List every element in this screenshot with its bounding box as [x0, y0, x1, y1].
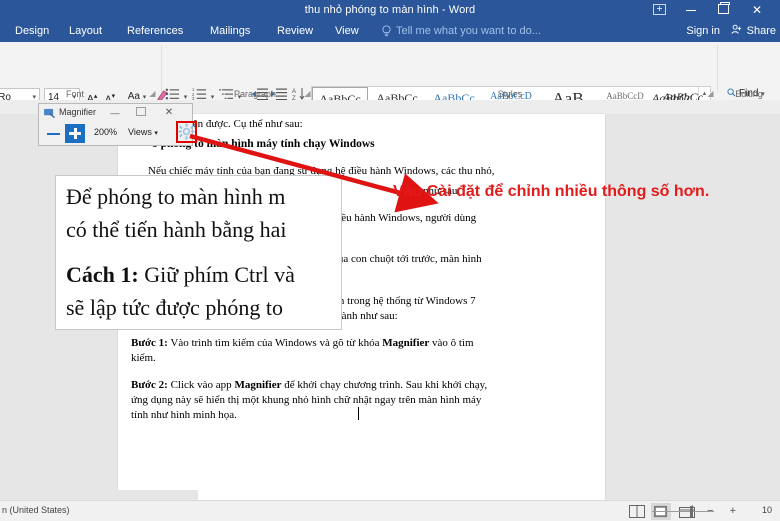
magnifier-close-button[interactable]: ✕	[158, 104, 180, 122]
zoom-slider-thumb[interactable]	[690, 506, 693, 517]
magnifier-title: Magnifier	[59, 107, 97, 117]
step2-text: Click vào app Magnifier để khởi chạy chư…	[170, 379, 488, 391]
lens-line-text: Giữ phím Ctrl và	[144, 262, 295, 287]
numbering-icon[interactable]: 1 2 3	[192, 87, 207, 101]
settings-highlight-box	[176, 121, 197, 143]
restore-button[interactable]	[710, 0, 736, 20]
restore-icon	[717, 2, 730, 15]
magnifier-app-icon	[44, 108, 55, 118]
magnifier-toolbar: 200% Views ▾	[39, 122, 192, 146]
share-button[interactable]: Share	[731, 20, 780, 42]
read-mode-icon[interactable]	[629, 505, 645, 518]
doc-step-1: Bước 1: Vào trình tìm kiếm của Windows v…	[131, 336, 474, 351]
views-label: Views	[128, 127, 152, 137]
ribbon-display-options-icon	[652, 3, 666, 15]
step1-label: Bước 1:	[131, 337, 168, 349]
tab-layout[interactable]: Layout	[62, 20, 109, 42]
maximize-icon	[136, 107, 146, 116]
group-divider-2	[717, 45, 718, 93]
share-label: Share	[746, 25, 776, 37]
magnifier-minimize-button[interactable]: —	[104, 104, 126, 122]
magnifier-zoom-in-button[interactable]	[65, 124, 85, 143]
lens-bold-prefix: Cách 1:	[66, 262, 139, 287]
editing-group-label: Editing	[735, 89, 763, 99]
lens-line: có thể tiến hành bằng hai	[66, 217, 287, 242]
magnifier-window[interactable]: Magnifier — ✕ 200% Views ▾	[38, 103, 193, 146]
zoom-slider-track[interactable]	[652, 511, 714, 512]
left-crop-filler	[0, 490, 198, 500]
lens-line-3: Cách 1: Giữ phím Ctrl và	[66, 260, 295, 290]
annotation-text: Vào Cài đặt để chỉnh nhiều thông số hơn.	[393, 183, 710, 200]
group-divider-1	[161, 45, 162, 93]
doc-line: kiếm.	[131, 352, 156, 364]
lightbulb-icon	[382, 25, 391, 37]
magnifier-zoom-level: 200%	[94, 127, 118, 137]
magnifier-maximize-button[interactable]	[130, 104, 152, 122]
minimize-button[interactable]	[678, 0, 704, 20]
sign-in-link[interactable]: Sign in	[686, 20, 720, 42]
doc-line: tính như hình minh họa.	[131, 409, 237, 421]
magnifier-lens-pane: Để phóng to màn hình m có thể tiến hành …	[55, 175, 342, 330]
tab-design[interactable]: Design	[8, 20, 56, 42]
tab-mailings[interactable]: Mailings	[203, 20, 257, 42]
language-status[interactable]: n (United States)	[2, 505, 70, 515]
tab-view[interactable]: View	[328, 20, 366, 42]
paragraph-group-label: Paragraph	[233, 89, 277, 99]
share-person-icon	[731, 24, 741, 34]
bullets-icon[interactable]	[165, 87, 180, 101]
title-bar: thu nhỏ phóng to màn hình - Word ✕	[0, 0, 780, 20]
lens-line: Để phóng to màn hình m	[66, 184, 286, 209]
tab-references[interactable]: References	[120, 20, 190, 42]
zoom-percent-label[interactable]: 10	[762, 505, 772, 515]
lens-line: sẽ lập tức được phóng to	[66, 295, 283, 320]
ribbon-tab-bar: Design Layout References Mailings Review…	[0, 20, 780, 42]
magnifier-views-dropdown[interactable]: Views ▾	[128, 127, 158, 137]
font-group-label: Font	[65, 89, 84, 99]
styles-dialog-launcher[interactable]: ◢	[706, 89, 715, 98]
ribbon: es New Ro▾ 14▾ A▴ A▾ Aa ▾ I U ▾ abc x₂ x…	[0, 42, 780, 133]
styles-group-label: Styles	[497, 89, 523, 99]
ribbon-display-options-button[interactable]	[646, 0, 672, 20]
doc-step-2: Bước 2: Click vào app Magnifier để khởi …	[131, 378, 487, 393]
doc-line: ứng dụng này sẽ hiển thị một khung nhỏ h…	[131, 394, 482, 406]
step2-label: Bước 2:	[131, 379, 168, 391]
status-bar: n (United States) − + 10	[0, 500, 780, 521]
magnifier-zoom-out-button[interactable]	[45, 126, 62, 142]
font-dialog-launcher[interactable]: ◢	[148, 89, 157, 98]
step1-text: Vào trình tìm kiếm của Windows và gõ từ …	[170, 337, 474, 349]
close-button[interactable]: ✕	[744, 0, 770, 20]
chevron-down-icon: ▾	[154, 130, 158, 137]
tell-me-search[interactable]: Tell me what you want to do...	[396, 20, 541, 42]
text-cursor	[358, 407, 359, 420]
tab-review[interactable]: Review	[270, 20, 320, 42]
minimize-icon	[686, 9, 696, 11]
magnifier-title-bar: Magnifier — ✕	[39, 104, 192, 122]
zoom-in-button[interactable]: +	[730, 505, 736, 517]
